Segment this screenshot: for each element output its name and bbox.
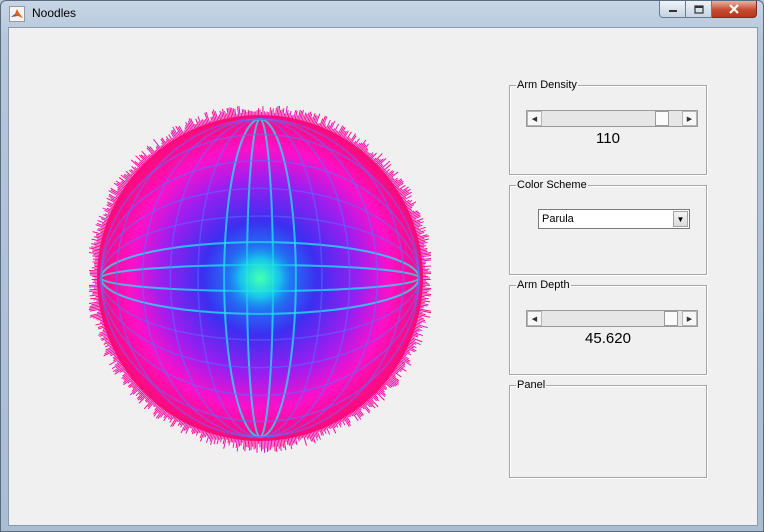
empty-panel: Panel <box>509 379 707 478</box>
arm-depth-value: 45.620 <box>585 330 631 347</box>
slider-thumb[interactable] <box>655 111 670 126</box>
minimize-icon <box>668 10 677 12</box>
close-icon <box>729 4 739 14</box>
chevron-down-icon: ▼ <box>676 214 685 224</box>
slider-left-arrow[interactable]: ◀ <box>527 311 542 326</box>
app-window: Noodles Arm Density ◀ ▶ 110 Color Scheme… <box>0 0 764 532</box>
minimize-button[interactable] <box>659 1 686 18</box>
arm-density-value: 110 <box>596 130 620 147</box>
sphere-core <box>220 238 300 318</box>
right-arrow-icon: ▶ <box>686 115 693 123</box>
arm-density-title: Arm Density <box>516 79 578 91</box>
color-scheme-dropdown[interactable]: Parula ▼ <box>538 209 690 229</box>
noodles-plot <box>89 106 431 453</box>
slider-right-arrow[interactable]: ▶ <box>682 111 697 126</box>
panel-title: Panel <box>516 379 547 391</box>
window-title: Noodles <box>32 6 77 20</box>
maximize-icon <box>693 4 704 14</box>
slider-right-arrow[interactable]: ▶ <box>682 311 697 326</box>
arm-depth-slider[interactable]: ◀ ▶ <box>526 310 698 327</box>
color-scheme-selected: Parula <box>542 213 574 225</box>
slider-left-arrow[interactable]: ◀ <box>527 111 542 126</box>
arm-density-slider[interactable]: ◀ ▶ <box>526 110 698 127</box>
dropdown-button[interactable]: ▼ <box>673 211 688 227</box>
close-button[interactable] <box>712 1 757 18</box>
title-bar[interactable]: Noodles <box>1 1 763 27</box>
arm-depth-panel: Arm Depth ◀ ▶ 45.620 <box>509 279 707 375</box>
figure-area: Arm Density ◀ ▶ 110 Color Scheme Parula … <box>8 27 758 526</box>
color-scheme-title: Color Scheme <box>516 179 588 191</box>
left-arrow-icon: ◀ <box>531 315 538 323</box>
maximize-button[interactable] <box>686 1 712 18</box>
left-arrow-icon: ◀ <box>531 115 538 123</box>
arm-density-panel: Arm Density ◀ ▶ 110 <box>509 79 707 175</box>
color-scheme-panel: Color Scheme Parula ▼ <box>509 179 707 275</box>
right-arrow-icon: ▶ <box>686 315 693 323</box>
slider-thumb[interactable] <box>664 311 679 326</box>
arm-depth-title: Arm Depth <box>516 279 571 291</box>
matlab-icon <box>9 6 25 22</box>
